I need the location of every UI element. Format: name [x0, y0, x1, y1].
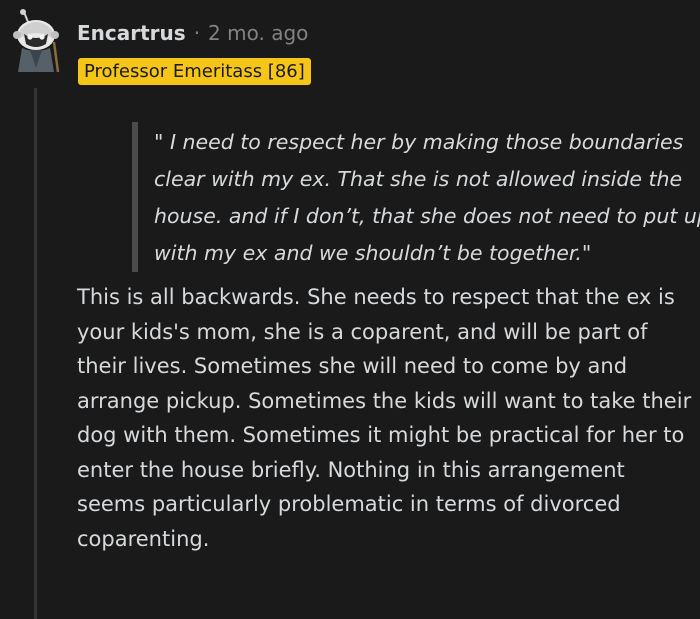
username-link[interactable]: Encartrus	[77, 19, 186, 47]
comment-body: This is all backwards. She needs to resp…	[77, 285, 692, 551]
user-flair-badge: Professor Emeritass [86]	[78, 58, 311, 85]
meta-separator: ·	[193, 21, 201, 45]
thread-line[interactable]	[34, 88, 37, 619]
quote-text: " I need to respect her by making those …	[154, 130, 700, 265]
blockquote: " I need to respect her by making those …	[132, 122, 700, 272]
comment-header: Encartrus · 2 mo. ago	[77, 19, 308, 47]
user-avatar-icon[interactable]	[8, 8, 64, 74]
comment-timestamp[interactable]: 2 mo. ago	[208, 19, 308, 47]
comment: Encartrus · 2 mo. ago Professor Emeritas…	[0, 0, 700, 619]
